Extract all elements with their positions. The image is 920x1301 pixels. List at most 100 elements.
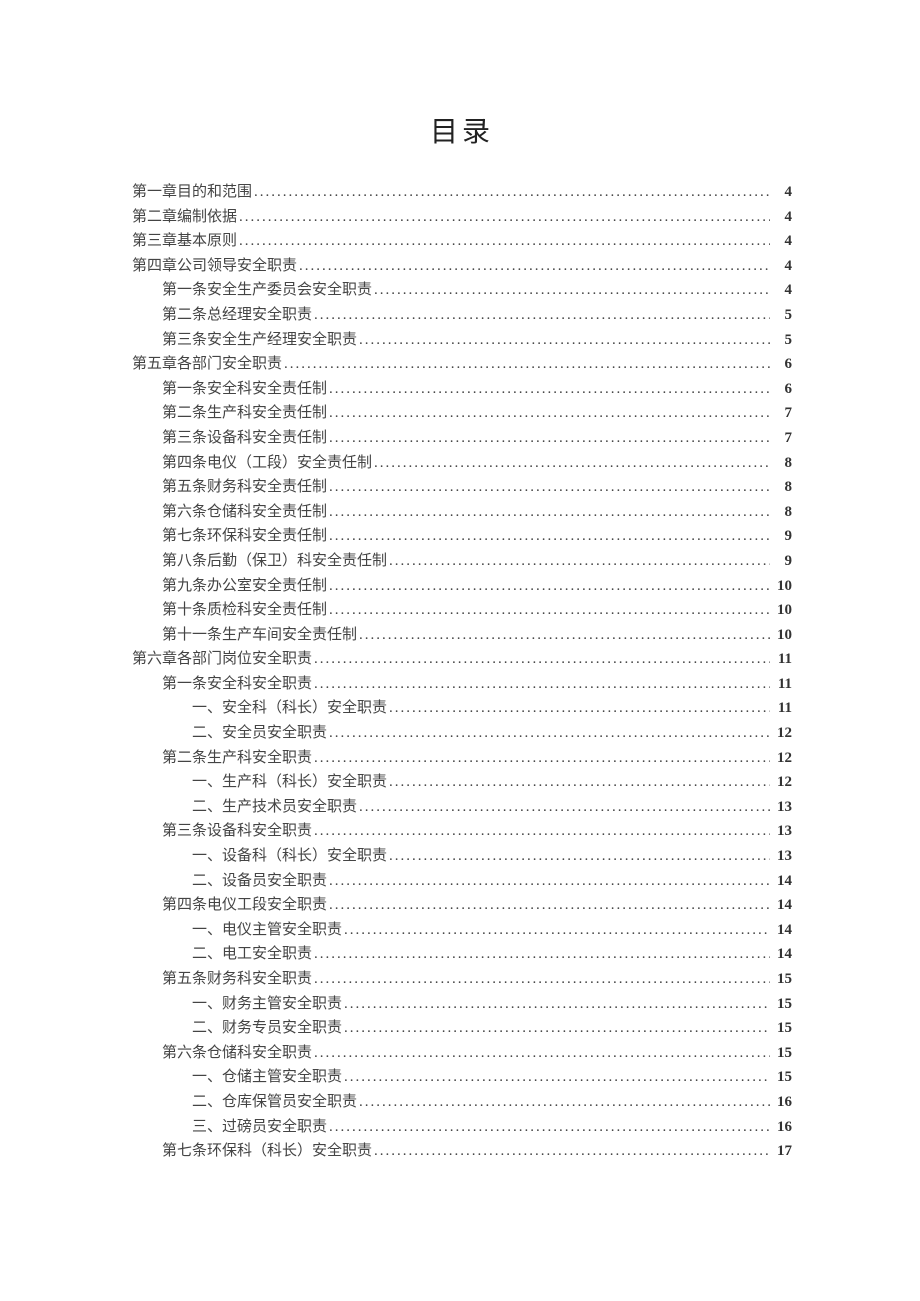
toc-row: 第一条安全生产委员会安全职责 4 <box>132 278 792 303</box>
toc-leader-dots <box>329 401 770 426</box>
toc-leader-dots <box>329 893 770 918</box>
toc-leader-dots <box>314 967 770 992</box>
toc-leader-dots <box>389 549 770 574</box>
toc-page-number: 8 <box>772 500 792 525</box>
toc-row: 第三章基本原则4 <box>132 229 792 254</box>
toc-leader-dots <box>314 303 770 328</box>
toc-row: 第一条安全科安全职责11 <box>132 672 792 697</box>
toc-row: 第二条生产科安全职责 12 <box>132 746 792 771</box>
toc-leader-dots <box>314 819 770 844</box>
toc-leader-dots <box>314 647 770 672</box>
toc-label: 二、财务专员安全职责 <box>192 1016 342 1041</box>
toc-label: 第七条环保科安全责任制 <box>162 524 327 549</box>
toc-row: 第六条仓储科安全职责15 <box>132 1041 792 1066</box>
toc-page-number: 7 <box>772 426 792 451</box>
toc-label: 第一条安全生产委员会安全职责 <box>162 278 372 303</box>
toc-leader-dots <box>344 992 770 1017</box>
toc-row: 一、仓储主管安全职责15 <box>132 1065 792 1090</box>
toc-page-number: 4 <box>772 229 792 254</box>
toc-page-number: 14 <box>772 893 792 918</box>
toc-row: 二、仓库保管员安全职责16 <box>132 1090 792 1115</box>
toc-label: 一、仓储主管安全职责 <box>192 1065 342 1090</box>
toc-label: 第一章目的和范围 <box>132 180 252 205</box>
toc-label: 第一条安全科安全职责 <box>162 672 312 697</box>
toc-leader-dots <box>329 475 770 500</box>
toc-row: 第九条办公室安全责任制10 <box>132 574 792 599</box>
toc-label: 第二条生产科安全责任制 <box>162 401 327 426</box>
toc-label: 第二条生产科安全职责 <box>162 746 312 771</box>
toc-leader-dots <box>329 524 770 549</box>
toc-page-number: 15 <box>772 1041 792 1066</box>
toc-row: 一、设备科（科长）安全职责13 <box>132 844 792 869</box>
toc-label: 第五条财务科安全职责 <box>162 967 312 992</box>
toc-row: 第六章各部门岗位安全职责11 <box>132 647 792 672</box>
toc-label: 二、设备员安全职责 <box>192 869 327 894</box>
page-title: 目录 <box>132 110 792 150</box>
toc-row: 三、过磅员安全职责16 <box>132 1115 792 1140</box>
toc-page-number: 16 <box>772 1090 792 1115</box>
toc-leader-dots <box>329 426 770 451</box>
toc-row: 第三条安全生产经理安全职责5 <box>132 328 792 353</box>
toc-leader-dots <box>344 1065 770 1090</box>
toc-page-number: 5 <box>772 328 792 353</box>
toc-leader-dots <box>314 1041 770 1066</box>
toc-leader-dots <box>254 180 770 205</box>
toc-row: 第十一条生产车间安全责任制10 <box>132 623 792 648</box>
toc-label: 第八条后勤（保卫）科安全责任制 <box>162 549 387 574</box>
toc-leader-dots <box>329 500 770 525</box>
toc-row: 第五章各部门安全职责6 <box>132 352 792 377</box>
toc-leader-dots <box>359 623 770 648</box>
toc-leader-dots <box>239 229 770 254</box>
toc-leader-dots <box>314 746 770 771</box>
toc-page-number: 8 <box>772 475 792 500</box>
toc-page-number: 6 <box>772 377 792 402</box>
toc-leader-dots <box>389 696 770 721</box>
toc-page-number: 11 <box>772 696 792 721</box>
document-page: 目录 第一章目的和范围4第二章编制依据4第三章基本原则4第四章公司领导安全职责4… <box>0 0 920 1301</box>
toc-page-number: 13 <box>772 795 792 820</box>
toc-leader-dots <box>389 770 770 795</box>
toc-leader-dots <box>344 918 770 943</box>
toc-row: 第五条财务科安全职责 15 <box>132 967 792 992</box>
toc-page-number: 15 <box>772 992 792 1017</box>
toc-label: 一、生产科（科长）安全职责 <box>192 770 387 795</box>
toc-page-number: 6 <box>772 352 792 377</box>
toc-label: 第四条电仪工段安全职责 <box>162 893 327 918</box>
toc-page-number: 17 <box>772 1139 792 1164</box>
toc-page-number: 12 <box>772 770 792 795</box>
toc-leader-dots <box>344 1016 770 1041</box>
toc-leader-dots <box>284 352 770 377</box>
toc-label: 二、安全员安全职责 <box>192 721 327 746</box>
toc-page-number: 12 <box>772 746 792 771</box>
toc-page-number: 7 <box>772 401 792 426</box>
toc-page-number: 4 <box>772 278 792 303</box>
toc-row: 二、安全员安全职责12 <box>132 721 792 746</box>
toc-label: 第九条办公室安全责任制 <box>162 574 327 599</box>
toc-label: 一、安全科（科长）安全职责 <box>192 696 387 721</box>
toc-label: 第三条设备科安全职责 <box>162 819 312 844</box>
toc-page-number: 14 <box>772 918 792 943</box>
toc-leader-dots <box>329 721 770 746</box>
toc-page-number: 4 <box>772 180 792 205</box>
toc-row: 第二条生产科安全责任制 7 <box>132 401 792 426</box>
toc-row: 第四条电仪工段安全职责 14 <box>132 893 792 918</box>
toc-page-number: 8 <box>772 451 792 476</box>
toc-row: 第六条仓储科安全责任制 8 <box>132 500 792 525</box>
toc-row: 第一条安全科安全责任制6 <box>132 377 792 402</box>
toc-label: 第三条设备科安全责任制 <box>162 426 327 451</box>
toc-page-number: 13 <box>772 819 792 844</box>
toc-row: 第二条总经理安全职责5 <box>132 303 792 328</box>
toc-label: 第四条电仪（工段）安全责任制 <box>162 451 372 476</box>
toc-label: 第六条仓储科安全责任制 <box>162 500 327 525</box>
toc-leader-dots <box>374 278 770 303</box>
toc-row: 二、设备员安全职责14 <box>132 869 792 894</box>
toc-row: 一、安全科（科长）安全职责 11 <box>132 696 792 721</box>
toc-label: 第二条总经理安全职责 <box>162 303 312 328</box>
toc-row: 第八条后勤（保卫）科安全责任制9 <box>132 549 792 574</box>
toc-leader-dots <box>329 1115 770 1140</box>
toc-label: 第四章公司领导安全职责 <box>132 254 297 279</box>
toc-page-number: 15 <box>772 967 792 992</box>
toc-row: 一、电仪主管安全职责14 <box>132 918 792 943</box>
toc-leader-dots <box>314 942 770 967</box>
toc-row: 第三条设备科安全责任制 7 <box>132 426 792 451</box>
